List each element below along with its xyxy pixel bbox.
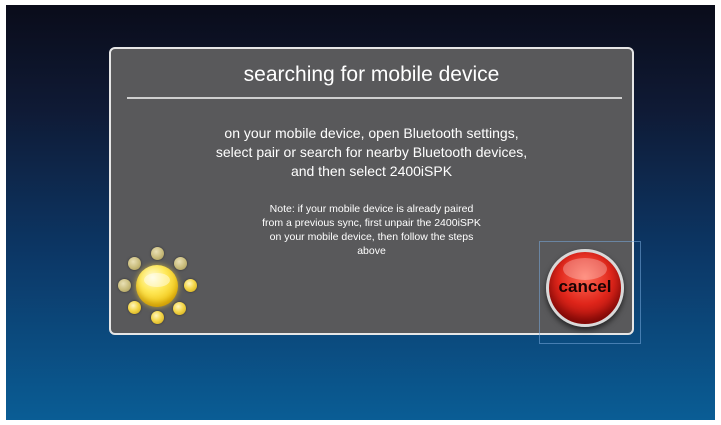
note-line: on your mobile device, then follow the s… — [269, 231, 474, 243]
spinner-dot — [173, 302, 186, 315]
spinner-dot — [151, 311, 164, 324]
note-line: from a previous sync, first unpair the 2… — [262, 217, 481, 229]
instruction-line: on your mobile device, open Bluetooth se… — [224, 125, 519, 141]
spinner-dot — [118, 279, 131, 292]
note-line: Note: if your mobile device is already p… — [269, 203, 474, 215]
note-text: Note: if your mobile device is already p… — [211, 202, 532, 258]
spinner-core — [136, 265, 178, 307]
cancel-button-label: cancel — [558, 277, 612, 296]
spinner-dot — [128, 301, 141, 314]
spinner-dot — [174, 257, 187, 270]
spinner-dot — [128, 257, 141, 270]
instructions-text: on your mobile device, open Bluetooth se… — [151, 124, 592, 181]
instruction-line: select pair or search for nearby Bluetoo… — [215, 144, 528, 160]
note-line: above — [357, 245, 386, 257]
loading-spinner-icon — [116, 245, 200, 327]
spinner-dot — [184, 279, 197, 292]
dialog-title: searching for mobile device — [243, 63, 500, 86]
title-divider — [127, 97, 622, 99]
cancel-button[interactable]: cancel — [546, 249, 624, 327]
instruction-line: and then select 2400iSPK — [290, 163, 453, 179]
spinner-dot — [151, 247, 164, 260]
